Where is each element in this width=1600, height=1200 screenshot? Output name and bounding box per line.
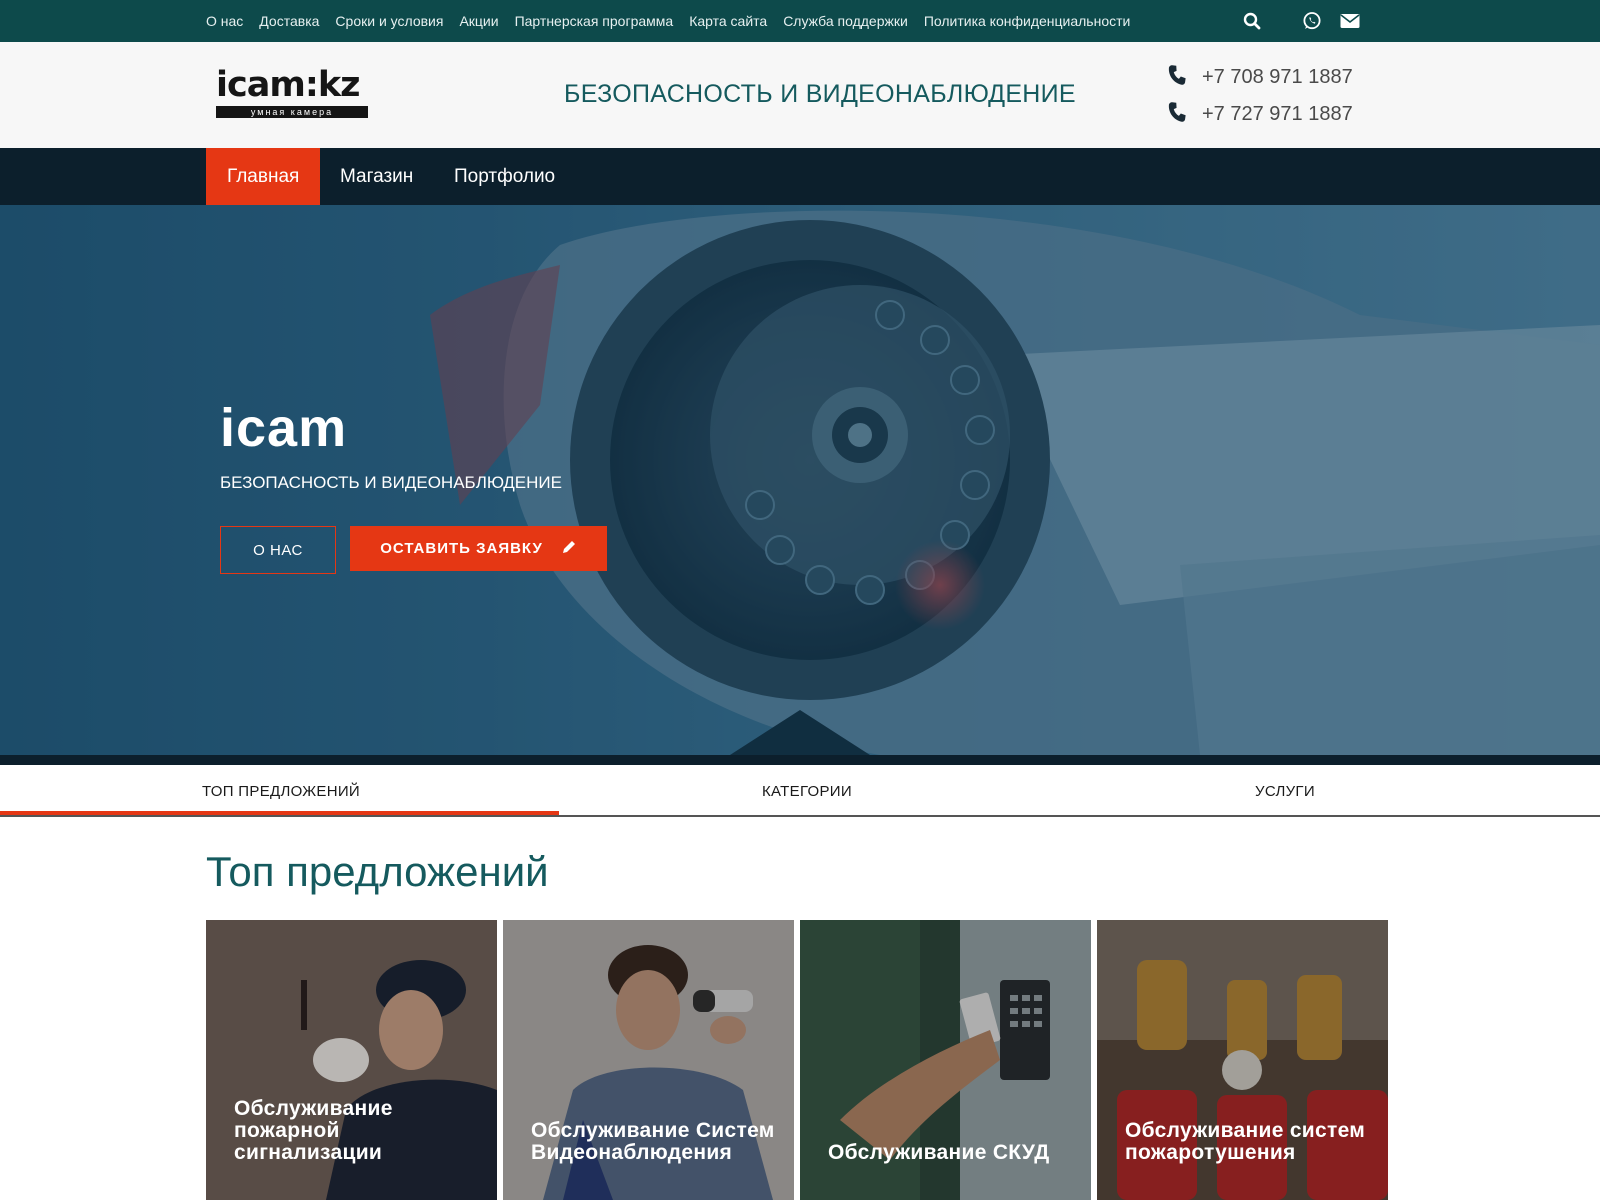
offer-card[interactable]: Обслуживание СКУД [800, 920, 1091, 1200]
offer-card[interactable]: Обслуживание систем пожаротушения [1097, 920, 1388, 1200]
phone-number: +7 727 971 1887 [1202, 103, 1353, 125]
offer-cards: Обслуживание пожарной сигнализации Обслу… [206, 920, 1388, 1200]
active-tab-indicator [0, 811, 559, 815]
phone-icon [1166, 64, 1188, 91]
card-label: Обслуживание Систем Видеонаблюдения [531, 1119, 775, 1164]
tab-categories[interactable]: КАТЕГОРИИ [762, 765, 852, 817]
top-bar: О нас Доставка Сроки и условия Акции Пар… [0, 0, 1600, 42]
about-button[interactable]: О НАС [220, 526, 336, 574]
top-link-privacy[interactable]: Политика конфиденциальности [924, 13, 1131, 29]
logo-text: icam:kz [216, 65, 360, 105]
phone-2[interactable]: +7 727 971 1887 [1166, 101, 1353, 128]
offer-card[interactable]: Обслуживание Систем Видеонаблюдения [503, 920, 794, 1200]
card-label: Обслуживание пожарной сигнализации [234, 1097, 393, 1164]
top-link-delivery[interactable]: Доставка [259, 13, 319, 29]
section-title: Топ предложений [206, 848, 549, 895]
hero-title: icam [220, 398, 348, 458]
whatsapp-icon[interactable] [1300, 9, 1324, 33]
phone-icon [1166, 101, 1188, 128]
phone-1[interactable]: +7 708 971 1887 [1166, 64, 1353, 91]
request-button-label: ОСТАВИТЬ ЗАЯВКУ [380, 540, 543, 557]
top-link-sitemap[interactable]: Карта сайта [689, 13, 767, 29]
card-label: Обслуживание СКУД [828, 1141, 1050, 1164]
hero-bottom-bar [0, 755, 1600, 765]
top-link-terms[interactable]: Сроки и условия [335, 13, 443, 29]
card-label: Обслуживание систем пожаротушения [1125, 1119, 1366, 1164]
search-icon[interactable] [1240, 9, 1264, 33]
top-link-partner-program[interactable]: Партнерская программа [515, 13, 674, 29]
request-button[interactable]: ОСТАВИТЬ ЗАЯВКУ [350, 526, 607, 571]
hero-banner: icam БЕЗОПАСНОСТЬ И ВИДЕОНАБЛЮДЕНИЕ О НА… [0, 205, 1600, 755]
logo[interactable]: icam:kz умная камера [216, 66, 368, 124]
offer-tabs: ТОП ПРЕДЛОЖЕНИЙ КАТЕГОРИИ УСЛУГИ [0, 765, 1600, 817]
top-links: О нас Доставка Сроки и условия Акции Пар… [206, 0, 1130, 42]
header-title: БЕЗОПАСНОСТЬ И ВИДЕОНАБЛЮДЕНИЕ [564, 80, 1076, 108]
nav-item-home[interactable]: Главная [206, 148, 321, 205]
tab-top-offers[interactable]: ТОП ПРЕДЛОЖЕНИЙ [202, 765, 360, 817]
email-icon[interactable] [1338, 9, 1362, 33]
pencil-icon [561, 539, 577, 559]
logo-tagline: умная камера [216, 106, 368, 118]
hero-subtitle: БЕЗОПАСНОСТЬ И ВИДЕОНАБЛЮДЕНИЕ [220, 473, 562, 492]
top-link-promotions[interactable]: Акции [459, 13, 498, 29]
top-link-support[interactable]: Служба поддержки [783, 13, 908, 29]
nav-item-shop[interactable]: Магазин [340, 148, 413, 205]
offer-card[interactable]: Обслуживание пожарной сигнализации [206, 920, 497, 1200]
top-link-about[interactable]: О нас [206, 13, 243, 29]
phone-number: +7 708 971 1887 [1202, 66, 1353, 88]
main-nav: Главная Магазин Портфолио [0, 148, 1600, 205]
nav-item-portfolio[interactable]: Портфолио [454, 148, 555, 205]
tab-services[interactable]: УСЛУГИ [1255, 765, 1315, 817]
